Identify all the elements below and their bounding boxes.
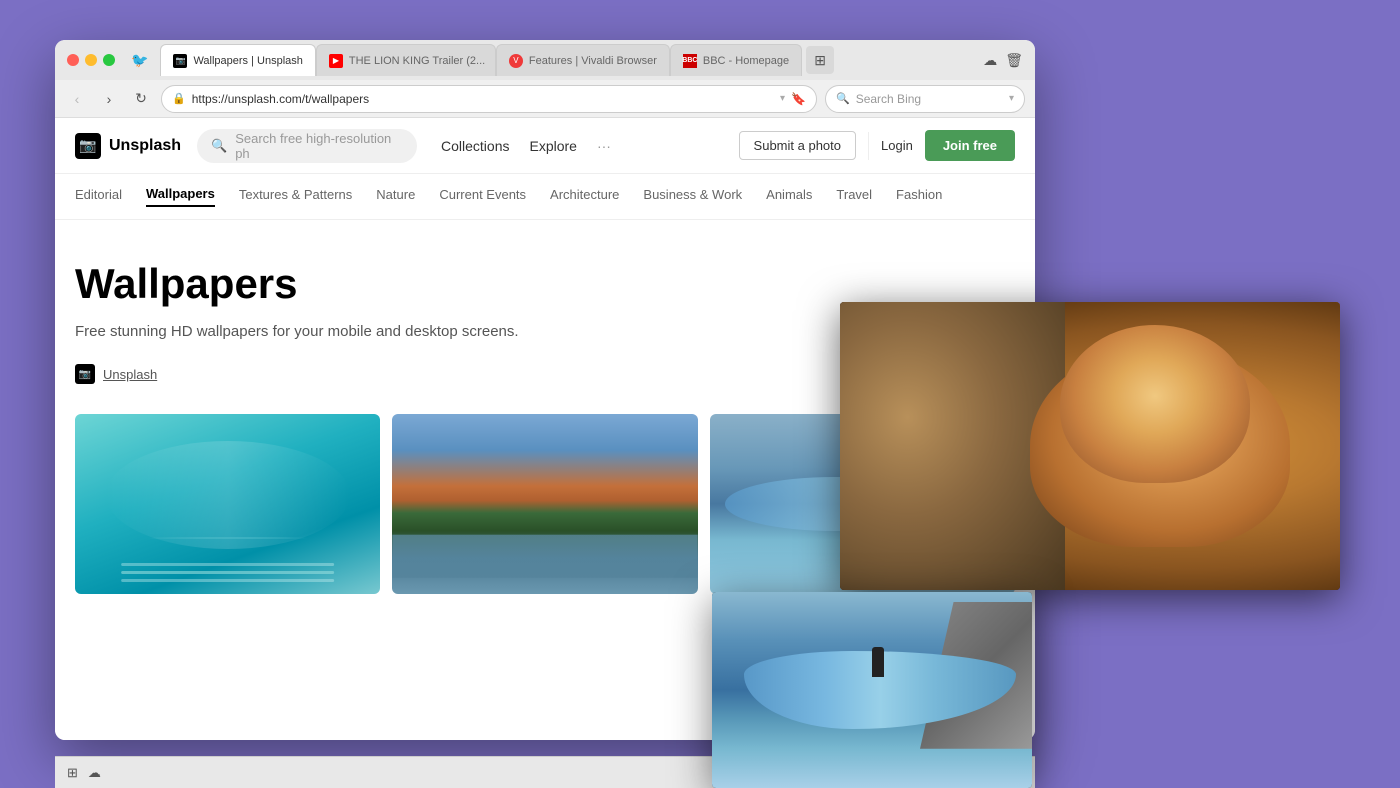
url-text: https://unsplash.com/t/wallpapers (192, 92, 774, 106)
nav-more-icon[interactable]: ··· (597, 138, 611, 154)
nav-divider (868, 132, 869, 160)
unsplash-logo-icon: 📷 (75, 133, 101, 159)
tabs-bar: 📷 Wallpapers | Unsplash ▶ THE LION KING … (160, 44, 975, 76)
cloud-icon[interactable]: ☁ (983, 52, 997, 69)
category-tabs: Editorial Wallpapers Textures & Patterns… (55, 174, 1035, 220)
login-button[interactable]: Login (881, 138, 913, 153)
page-description: Free stunning HD wallpapers for your mob… (75, 320, 575, 344)
unsplash-logo[interactable]: 📷 Unsplash (75, 133, 181, 159)
tab-label-vivaldi: Features | Vivaldi Browser (529, 55, 657, 67)
page-title: Wallpapers (75, 260, 1015, 308)
url-dropdown-icon[interactable]: ▾ (780, 93, 785, 104)
nav-explore[interactable]: Explore (530, 138, 577, 154)
tab-favicon-unsplash: 📷 (173, 54, 187, 68)
tab-label-unsplash: Wallpapers | Unsplash (193, 55, 302, 67)
tab-favicon-bbc: BBC (683, 54, 697, 68)
surfer-figure (872, 647, 884, 677)
nav-collections[interactable]: Collections (441, 138, 509, 154)
tab-favicon-vivaldi: V (509, 54, 523, 68)
minimize-button[interactable] (85, 54, 97, 66)
tab-current-events[interactable]: Current Events (439, 187, 526, 206)
bookmark-icon[interactable]: 🔖 (791, 92, 806, 106)
trash-icon[interactable]: 🗑 (1005, 52, 1023, 69)
tab-business-work[interactable]: Business & Work (643, 187, 742, 206)
search-bing-dropdown-icon[interactable]: ▾ (1009, 93, 1014, 104)
tab-textures-patterns[interactable]: Textures & Patterns (239, 187, 352, 206)
bottom-cloud-icon[interactable]: ☁ (88, 765, 101, 781)
maximize-button[interactable] (103, 54, 115, 66)
new-tab-button[interactable]: ⊞ (806, 46, 834, 74)
nav-links: Collections Explore ··· (441, 138, 611, 154)
unsplash-brand-name: Unsplash (109, 137, 181, 155)
tab-bbc[interactable]: BBC BBC - Homepage (670, 44, 802, 76)
tab-editorial[interactable]: Editorial (75, 187, 122, 206)
tab-label-lion-king: THE LION KING Trailer (2... (349, 55, 485, 67)
forward-button[interactable]: › (97, 87, 121, 111)
surfer-video-content (712, 592, 1032, 788)
tab-fashion[interactable]: Fashion (896, 187, 942, 206)
reload-button[interactable]: ↻ (129, 87, 153, 111)
photo-item-ocean[interactable] (75, 414, 380, 594)
nav-actions: Submit a photo Login Join free (739, 130, 1015, 161)
search-bing-icon: 🔍 (836, 92, 850, 105)
lion-cub-face (1060, 325, 1250, 483)
search-bing-box[interactable]: 🔍 Search Bing ▾ (825, 85, 1025, 113)
author-icon: 📷 (75, 364, 95, 384)
tab-architecture[interactable]: Architecture (550, 187, 619, 206)
tab-label-bbc: BBC - Homepage (703, 55, 789, 67)
unsplash-navbar: 📷 Unsplash 🔍 Search free high-resolution… (55, 118, 1035, 174)
tab-nature[interactable]: Nature (376, 187, 415, 206)
join-free-button[interactable]: Join free (925, 130, 1015, 161)
submit-photo-button[interactable]: Submit a photo (739, 131, 856, 160)
ssl-lock-icon: 🔒 (172, 92, 186, 105)
search-input-placeholder: Search free high-resolution ph (235, 131, 403, 161)
close-button[interactable] (67, 54, 79, 66)
search-bing-placeholder: Search Bing (856, 92, 921, 106)
tab-vivaldi[interactable]: V Features | Vivaldi Browser (496, 44, 670, 76)
tab-lion-king[interactable]: ▶ THE LION KING Trailer (2... (316, 44, 496, 76)
author-link[interactable]: Unsplash (103, 367, 157, 382)
twitter-icon: 🐦 (131, 52, 148, 69)
title-bar-actions: ☁ 🗑 (983, 52, 1023, 69)
lion-king-video-popup[interactable] (840, 302, 1340, 590)
tab-favicon-youtube: ▶ (329, 54, 343, 68)
surfer-video-popup[interactable] (712, 592, 1032, 788)
tab-unsplash[interactable]: 📷 Wallpapers | Unsplash (160, 44, 315, 76)
back-button[interactable]: ‹ (65, 87, 89, 111)
search-icon: 🔍 (211, 138, 227, 154)
tab-animals[interactable]: Animals (766, 187, 812, 206)
url-field[interactable]: 🔒 https://unsplash.com/t/wallpapers ▾ 🔖 (161, 85, 817, 113)
unsplash-search-box[interactable]: 🔍 Search free high-resolution ph (197, 129, 417, 163)
tab-travel[interactable]: Travel (836, 187, 872, 206)
video-content (840, 302, 1340, 590)
bottom-icon-1[interactable]: ⊞ (67, 765, 78, 781)
photo-item-mountain[interactable] (392, 414, 697, 594)
title-bar: 🐦 📷 Wallpapers | Unsplash ▶ THE LION KIN… (55, 40, 1035, 80)
url-bar-row: ‹ › ↻ 🔒 https://unsplash.com/t/wallpaper… (55, 80, 1035, 118)
tab-wallpapers[interactable]: Wallpapers (146, 186, 215, 207)
traffic-lights (67, 54, 115, 66)
